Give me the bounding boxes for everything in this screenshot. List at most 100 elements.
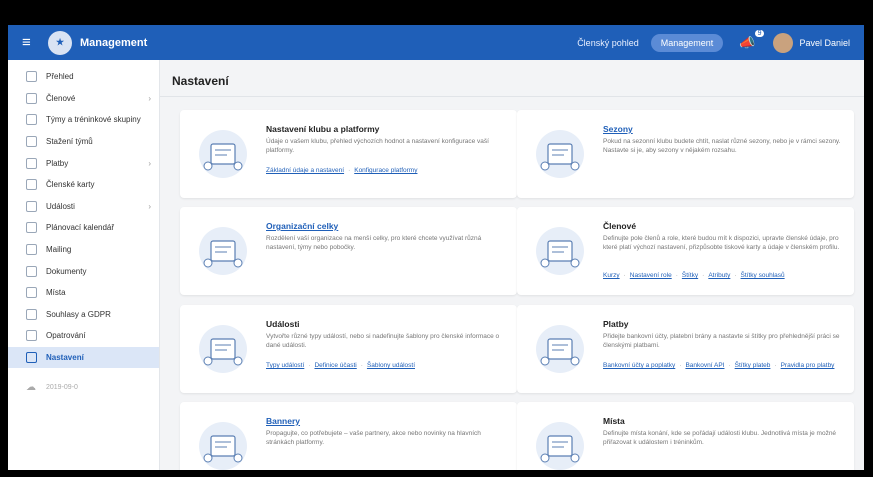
link-separator: ·: [348, 167, 351, 174]
user-avatar[interactable]: [773, 32, 794, 53]
card-links: Typy událostí · Definice účasti · Šablony ud…: [266, 361, 506, 370]
card-link[interactable]: Šablony událostí: [367, 362, 415, 369]
card-illustration-icon: [194, 323, 252, 375]
card-title[interactable]: Bannery: [266, 416, 300, 426]
link-separator: ·: [679, 362, 682, 369]
card-link[interactable]: Pravidla pro platby: [781, 362, 835, 369]
card-description: Definujte místa konání, kde se pořádají …: [603, 430, 837, 446]
sidebar-item[interactable]: Souhlasy a GDPR: [8, 304, 159, 326]
title-divider: [160, 96, 864, 97]
sidebar: Přehled Členové › Týmy a tréninkové skupiny…: [8, 60, 160, 470]
link-separator: ·: [774, 362, 777, 369]
link-separator: ·: [702, 272, 705, 279]
card-link[interactable]: Nastavení role: [630, 272, 672, 279]
settings-card: Členové Definujte pole členů a role, kter…: [517, 207, 854, 295]
sidebar-item-label: Členové: [46, 93, 76, 103]
link-separator: ·: [734, 272, 737, 279]
card-description: Definujte pole členů a role, které budou…: [603, 235, 840, 251]
card-description: Pokud na sezonní klubu budete chtít, nas…: [603, 138, 841, 154]
card-link[interactable]: Štítky souhlasů: [741, 272, 785, 279]
card-link[interactable]: Štítky: [682, 272, 698, 279]
app-title: Management: [80, 36, 148, 49]
sidebar-item[interactable]: Opatrování: [8, 325, 159, 347]
calendar-icon: [26, 200, 37, 212]
card-title[interactable]: Organizační celky: [266, 221, 338, 231]
sidebar-footer: ☁ 2019-09-0: [8, 376, 159, 398]
main-content: Nastavení Nastavení klubu a platformy Úda…: [160, 60, 864, 470]
card-link[interactable]: Bankovní účty a poplatky: [603, 362, 675, 369]
settings-icon: [26, 352, 37, 364]
card-title: Platby: [603, 319, 629, 329]
notifications-button[interactable]: 📣 9: [739, 29, 765, 51]
link-separator: ·: [675, 272, 678, 279]
sidebar-footer-label: 2019-09-0: [46, 383, 78, 391]
document-icon: [26, 265, 37, 277]
sidebar-item-label: Souhlasy a GDPR: [46, 309, 111, 319]
users-icon: [26, 92, 37, 104]
sidebar-item[interactable]: Členové ›: [8, 88, 159, 110]
sidebar-item-label: Přehled: [46, 72, 74, 82]
hamburger-icon[interactable]: ≡: [22, 35, 40, 50]
sidebar-item[interactable]: Místa: [8, 282, 159, 304]
sidebar-item-label: Dokumenty: [46, 266, 87, 276]
card-illustration-icon: [531, 420, 589, 470]
card-link[interactable]: Definice účasti: [314, 362, 356, 369]
sidebar-item[interactable]: Členské karty: [8, 174, 159, 196]
card-link[interactable]: Základní údaje a nastavení: [266, 167, 344, 174]
settings-card: Události Vytvořte různé typy událostí, ne…: [180, 305, 517, 393]
sidebar-item-label: Místa: [46, 288, 66, 298]
management-pill[interactable]: Management: [650, 33, 724, 52]
sidebar-item-label: Plánovací kalendář: [46, 223, 115, 233]
sidebar-item[interactable]: Plánovací kalendář: [8, 217, 159, 239]
card-description: Rozdělení vaší organizace na menší celky…: [266, 235, 482, 251]
settings-card: Platby Přidejte bankovní účty, platební b…: [517, 305, 854, 393]
settings-card: Místa Definujte místa konání, kde se pořá…: [517, 402, 854, 470]
page-title: Nastavení: [172, 74, 229, 88]
sidebar-item[interactable]: Přehled: [8, 66, 159, 88]
sidebar-item[interactable]: Týmy a tréninkové skupiny: [8, 109, 159, 131]
link-separator: ·: [360, 362, 363, 369]
card-title[interactable]: Sezony: [603, 124, 633, 134]
card-illustration-icon: [194, 420, 252, 470]
card-icon: [26, 179, 37, 191]
consent-icon: [26, 308, 37, 320]
sidebar-item[interactable]: Události ›: [8, 196, 159, 218]
sidebar-item[interactable]: Nastavení: [8, 346, 159, 369]
user-name[interactable]: Pavel Daniel: [799, 38, 850, 48]
sidebar-item-label: Platby: [46, 158, 69, 168]
sidebar-item-label: Týmy a tréninkové skupiny: [46, 115, 141, 125]
club-logo[interactable]: ★: [48, 30, 72, 55]
card-title: Nastavení klubu a platformy: [266, 124, 380, 134]
card-title: Členové: [603, 221, 637, 231]
settings-card: Nastavení klubu a platformy Údaje o vašem…: [180, 110, 517, 198]
sidebar-item[interactable]: Platby ›: [8, 152, 159, 174]
card-link[interactable]: Atributy: [708, 272, 730, 279]
cloud-icon: ☁: [26, 381, 36, 393]
card-title: Události: [266, 319, 300, 329]
location-icon: [26, 287, 37, 299]
sidebar-item[interactable]: Mailing: [8, 239, 159, 261]
member-view-link[interactable]: Členský pohled: [577, 38, 639, 48]
sidebar-item-label: Nastavení: [46, 353, 84, 363]
sidebar-item[interactable]: Dokumenty: [8, 260, 159, 282]
card-illustration-icon: [531, 128, 589, 180]
card-link[interactable]: Kurzy: [603, 272, 620, 279]
home-icon: [26, 71, 37, 83]
link-separator: ·: [728, 362, 731, 369]
link-separator: ·: [623, 272, 626, 279]
chevron-right-icon: ›: [148, 158, 151, 168]
card-link[interactable]: Konfigurace platformy: [354, 167, 417, 174]
card-link[interactable]: Typy událostí: [266, 362, 304, 369]
payments-icon: [26, 157, 37, 169]
card-link[interactable]: Štítky plateb: [735, 362, 771, 369]
card-illustration-icon: [194, 128, 252, 180]
sidebar-item[interactable]: Stažení týmů: [8, 131, 159, 153]
download-icon: [26, 136, 37, 148]
card-link[interactable]: Bankovní API: [685, 362, 724, 369]
card-description: Údaje o vašem klubu, přehled výchozích h…: [266, 138, 489, 154]
card-links: Kurzy · Nastavení role · Štítky · Atributy · Ští…: [603, 271, 843, 280]
card-title: Místa: [603, 416, 625, 426]
sidebar-item-label: Stažení týmů: [46, 137, 93, 147]
notification-badge: 9: [754, 29, 765, 37]
megaphone-icon: 📣: [739, 34, 756, 50]
